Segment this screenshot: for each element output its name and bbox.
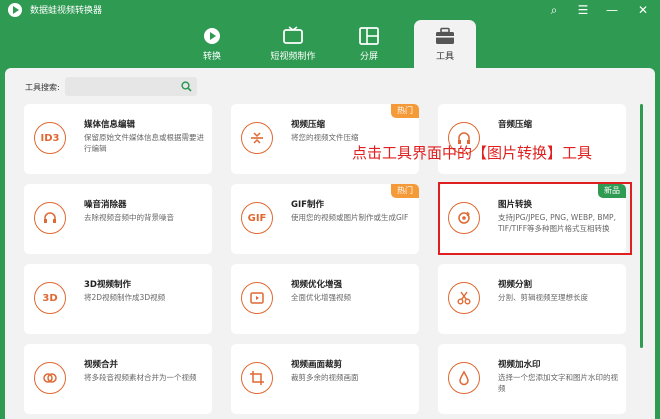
tab-short-video[interactable]: 短视频制作 <box>260 20 326 68</box>
tool-desc: 选择一个您添加文字和图片水印的视频 <box>498 373 618 393</box>
compress-icon <box>241 122 273 154</box>
tool-desc: 全面优化增强视频 <box>291 293 351 302</box>
tv-icon <box>283 26 303 44</box>
app-title: 数据蛙视频转换器 <box>30 6 103 16</box>
tab-tools-label: 工具 <box>435 52 454 62</box>
scrollbar[interactable] <box>640 104 643 348</box>
app-logo-icon <box>8 3 22 17</box>
tool-title: 视频画面裁剪 <box>291 360 343 370</box>
tool-title: 视频优化增强 <box>291 280 343 290</box>
enhance-icon <box>241 282 273 314</box>
crop-icon <box>241 362 273 394</box>
tool-desc: 将2D视频制作成3D视频 <box>84 293 166 302</box>
tool-card-noise-remover[interactable]: 噪音消除器 去除视频音频中的背景噪音 <box>24 184 212 254</box>
title-bar: 数据蛙视频转换器 ⌕ ☰ — ✕ <box>0 0 660 20</box>
tool-desc: 分割、剪辑视频至理想长度 <box>498 293 588 302</box>
tool-desc: 将多段音视频素材合并为一个视频 <box>84 373 197 382</box>
tool-card-video-split[interactable]: 视频分割 分割、剪辑视频至理想长度 <box>438 264 626 334</box>
tab-split-screen-label: 分屏 <box>359 52 378 62</box>
tool-title: 视频分割 <box>498 280 533 290</box>
tab-tools[interactable]: 工具 <box>414 20 476 68</box>
3d-icon: 3D <box>34 282 66 314</box>
tool-desc: 使用您的视频或图片制作或生成GIF <box>291 213 409 222</box>
main-tabs: 转换 短视频制作 分屏 工具 <box>0 20 660 68</box>
tool-card-video-compress[interactable]: 视频压缩 将您的视频文件压缩 热门 <box>231 104 419 174</box>
tool-title: 视频加水印 <box>498 360 541 370</box>
tool-card-video-merge[interactable]: 视频合并 将多段音视频素材合并为一个视频 <box>24 344 212 414</box>
tool-card-media-info[interactable]: ID3 媒体信息编辑 保留原始文件媒体信息或根据需要进行编辑 <box>24 104 212 174</box>
id3-icon: ID3 <box>34 122 66 154</box>
hot-badge: 热门 <box>391 104 419 118</box>
tool-title: GIF制作 <box>291 200 324 210</box>
gif-icon: GIF <box>241 202 273 234</box>
merge-icon <box>34 362 66 394</box>
tool-card-3d-maker[interactable]: 3D 3D视频制作 将2D视频制作成3D视频 <box>24 264 212 334</box>
minimize-button[interactable]: — <box>603 1 621 19</box>
menu-icon[interactable]: ☰ <box>574 1 592 19</box>
scissors-icon <box>448 282 480 314</box>
tool-desc: 保留原始文件媒体信息或根据需要进行编辑 <box>84 133 204 153</box>
tools-panel: 工具搜索: ID3 媒体信息编辑 保留原始文件媒体信息或根据需要进行编辑 视频压… <box>5 68 655 419</box>
noise-icon <box>34 202 66 234</box>
tab-convert-label: 转换 <box>202 52 221 62</box>
tool-card-gif-maker[interactable]: GIF GIF制作 使用您的视频或图片制作或生成GIF 热门 <box>231 184 419 254</box>
search-label: 工具搜索: <box>25 83 60 92</box>
search-icon[interactable] <box>181 81 192 92</box>
toolbox-icon <box>436 27 454 44</box>
tool-title: 媒体信息编辑 <box>84 120 136 130</box>
tool-card-watermark[interactable]: 视频加水印 选择一个您添加文字和图片水印的视频 <box>438 344 626 414</box>
close-button[interactable]: ✕ <box>634 1 652 19</box>
search-box <box>65 77 197 96</box>
tool-title: 音频压缩 <box>498 120 533 130</box>
watermark-icon <box>448 362 480 394</box>
tab-short-video-label: 短视频制作 <box>270 52 316 62</box>
tab-convert[interactable]: 转换 <box>182 20 242 68</box>
tool-desc: 裁剪多余的视频画面 <box>291 373 359 382</box>
split-screen-icon <box>359 27 379 45</box>
annotation-text: 点击工具界面中的【图片转换】工具 <box>352 144 593 162</box>
convert-icon <box>204 28 220 44</box>
hot-badge: 热门 <box>391 184 419 198</box>
highlight-box <box>438 182 632 255</box>
tool-title: 噪音消除器 <box>84 200 127 210</box>
tool-title: 视频合并 <box>84 360 119 370</box>
tab-split-screen[interactable]: 分屏 <box>343 20 395 68</box>
settings-icon[interactable]: ⌕ <box>545 1 563 19</box>
tool-desc: 去除视频音频中的背景噪音 <box>84 213 174 222</box>
tool-title: 3D视频制作 <box>84 280 131 290</box>
tool-title: 视频压缩 <box>291 120 326 130</box>
search-input[interactable] <box>71 80 171 93</box>
tool-card-audio-compress[interactable]: 音频压缩 <box>438 104 626 174</box>
tool-card-video-enhance[interactable]: 视频优化增强 全面优化增强视频 <box>231 264 419 334</box>
tool-card-video-crop[interactable]: 视频画面裁剪 裁剪多余的视频画面 <box>231 344 419 414</box>
